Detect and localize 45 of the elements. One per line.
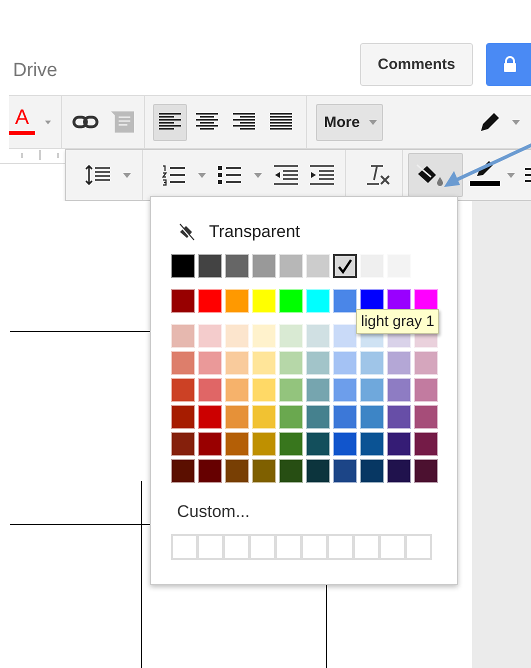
line-spacing-icon[interactable] — [85, 165, 111, 185]
caret-icon[interactable] — [512, 120, 520, 124]
no-fill-icon — [178, 223, 196, 241]
lock-icon — [503, 56, 517, 73]
more-button[interactable]: More — [316, 104, 383, 140]
custom-color-slot[interactable] — [405, 534, 432, 560]
clear-formatting-icon[interactable] — [365, 164, 391, 186]
caret-icon[interactable] — [123, 172, 131, 178]
align-icon — [270, 113, 292, 131]
caret-icon[interactable] — [254, 172, 262, 178]
align-icon — [159, 113, 181, 131]
comment-icon[interactable] — [110, 111, 134, 133]
check-icon — [337, 258, 353, 274]
numbered-list-icon[interactable] — [162, 164, 186, 186]
increase-indent-icon[interactable] — [310, 165, 334, 185]
app-name: Drive — [13, 60, 58, 82]
fill-color-button[interactable] — [408, 153, 463, 197]
custom-color-slot[interactable] — [275, 534, 302, 560]
custom-color-slot[interactable] — [223, 534, 250, 560]
comments-button[interactable]: Comments — [360, 43, 473, 86]
caret-icon — [368, 120, 377, 124]
share-button[interactable] — [486, 43, 531, 86]
pencil-icon[interactable] — [478, 110, 502, 134]
align-button[interactable] — [153, 104, 187, 140]
link-icon[interactable] — [72, 114, 99, 130]
custom-color-slot[interactable] — [327, 534, 354, 560]
tooltip: light gray 1 — [356, 309, 440, 334]
align-icon — [233, 113, 255, 131]
bulleted-list-icon[interactable] — [218, 165, 242, 185]
custom-color-link[interactable]: Custom... — [171, 500, 250, 524]
custom-color-slot[interactable] — [353, 534, 380, 560]
caret-icon[interactable] — [198, 172, 206, 178]
custom-color-slot[interactable] — [249, 534, 276, 560]
paint-bucket-icon — [415, 163, 445, 187]
color-swatch[interactable] — [333, 254, 357, 278]
custom-color-slot[interactable] — [171, 534, 198, 560]
transparent-option[interactable]: Transparent — [171, 217, 300, 247]
caret-icon[interactable] — [507, 172, 515, 178]
decrease-indent-icon[interactable] — [274, 165, 298, 185]
align-icon — [196, 113, 218, 131]
custom-color-slot[interactable] — [379, 534, 406, 560]
custom-color-slot[interactable] — [197, 534, 224, 560]
text-color-button[interactable]: A — [9, 107, 35, 137]
custom-color-slot[interactable] — [301, 534, 328, 560]
caret-icon[interactable] — [45, 120, 51, 124]
